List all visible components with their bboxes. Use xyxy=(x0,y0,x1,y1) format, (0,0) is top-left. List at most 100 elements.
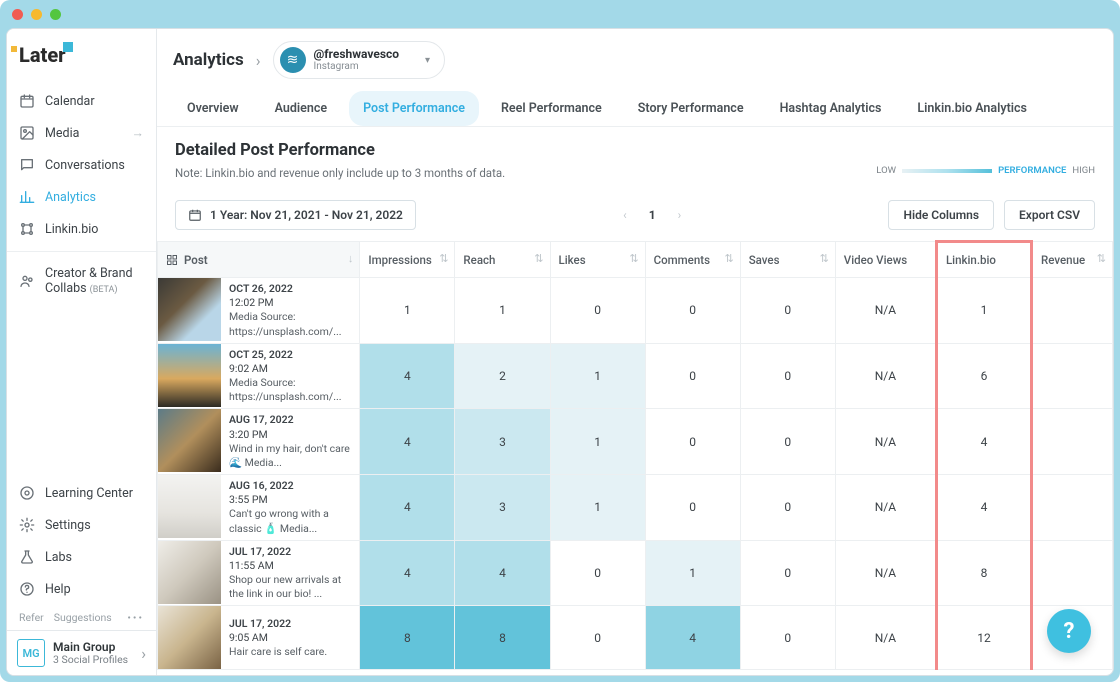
browser-frame: LLaterater CalendarMedia→ Conversations An… xyxy=(0,0,1120,682)
legend-high: HIGH xyxy=(1072,165,1095,176)
metric-cell: 2 xyxy=(455,343,550,409)
metric-cell: 4 xyxy=(936,475,1031,541)
post-date: JUL 17, 2022 xyxy=(229,545,353,559)
sort-icon[interactable]: ⇅ xyxy=(629,252,638,265)
col-header-revenue[interactable]: Revenue⇅ xyxy=(1032,242,1113,278)
sort-icon[interactable]: ↓ xyxy=(348,252,354,265)
sidebar-item-label: Settings xyxy=(45,518,91,533)
page-prev-button[interactable]: ‹ xyxy=(623,208,627,222)
tab-post-performance[interactable]: Post Performance xyxy=(349,91,479,126)
account-avatar-icon: ≋ xyxy=(280,47,306,73)
post-caption: Shop our new arrivals at the link in our… xyxy=(229,573,353,601)
sidebar-item-calendar[interactable]: Calendar xyxy=(7,85,156,117)
traffic-light-close[interactable] xyxy=(12,9,23,20)
table-row[interactable]: AUG 16, 20223:55 PMCan't go wrong with a… xyxy=(158,475,1113,541)
chevron-right-icon: › xyxy=(256,51,261,70)
sidebar-item-label: Learning Center xyxy=(45,486,133,501)
metric-cell: N/A xyxy=(835,278,936,344)
page-number: 1 xyxy=(649,208,656,222)
sidebar-item-analytics[interactable]: Analytics xyxy=(7,181,156,213)
sort-icon[interactable]: ⇅ xyxy=(724,252,733,265)
metric-cell: 0 xyxy=(645,475,740,541)
suggestions-link[interactable]: Suggestions xyxy=(54,611,112,624)
traffic-light-min[interactable] xyxy=(31,9,42,20)
sidebar-item-settings[interactable]: Settings xyxy=(7,509,156,541)
sidebar-item-creator-brand-collabs[interactable]: Creator & Brand Collabs(BETA) xyxy=(7,258,156,304)
sidebar-item-label: Labs xyxy=(45,550,72,565)
profile-subtitle: 3 Social Profiles xyxy=(53,654,128,667)
export-csv-button[interactable]: Export CSV xyxy=(1004,200,1095,230)
table-controls: 1 Year: Nov 21, 2021 - Nov 21, 2022 ‹ 1 … xyxy=(157,184,1113,240)
sidebar-refer-row: Refer Suggestions ••• xyxy=(7,605,156,630)
window-titlebar xyxy=(0,0,1120,28)
sidebar-item-learning-center[interactable]: Learning Center xyxy=(7,477,156,509)
page-next-button[interactable]: › xyxy=(678,208,682,222)
topbar: Analytics › ≋ @freshwavesco Instagram ▾ xyxy=(157,29,1113,85)
sort-icon[interactable]: ⇅ xyxy=(820,252,829,265)
table-row[interactable]: JUL 17, 202211:55 AMShop our new arrival… xyxy=(158,540,1113,606)
sidebar-item-labs[interactable]: Labs xyxy=(7,541,156,573)
col-header-likes[interactable]: Likes⇅ xyxy=(550,242,645,278)
post-date: OCT 25, 2022 xyxy=(229,348,353,362)
refer-link[interactable]: Refer xyxy=(19,611,44,624)
table-row[interactable]: OCT 25, 20229:02 AMMedia Source: https:/… xyxy=(158,343,1113,409)
table-row[interactable]: AUG 17, 20223:20 PMWind in my hair, don'… xyxy=(158,409,1113,475)
account-platform: Instagram xyxy=(314,61,400,72)
section-note: Note: Linkin.bio and revenue only includ… xyxy=(175,166,856,180)
metric-cell: 3 xyxy=(455,475,550,541)
sidebar-item-linkin-bio[interactable]: Linkin.bio xyxy=(7,213,156,245)
metric-cell: 0 xyxy=(740,343,835,409)
col-header-reach[interactable]: Reach⇅ xyxy=(455,242,550,278)
sidebar-nav-collab: Creator & Brand Collabs(BETA) xyxy=(7,258,156,304)
table-header-row: Post↓Impressions⇅Reach⇅Likes⇅Comments⇅Sa… xyxy=(158,242,1113,278)
metric-cell: 8 xyxy=(936,540,1031,606)
metric-cell: 0 xyxy=(740,409,835,475)
sidebar-item-label: Conversations xyxy=(45,158,125,173)
sidebar-item-conversations[interactable]: Conversations xyxy=(7,149,156,181)
sort-icon[interactable]: ⇅ xyxy=(534,252,543,265)
col-header-saves[interactable]: Saves⇅ xyxy=(740,242,835,278)
hide-columns-button[interactable]: Hide Columns xyxy=(888,200,994,230)
col-header-video-views[interactable]: Video Views xyxy=(835,242,936,278)
metric-cell: 0 xyxy=(740,540,835,606)
post-time: 3:20 PM xyxy=(229,428,353,442)
table-row[interactable]: OCT 26, 202212:02 PMMedia Source: https:… xyxy=(158,278,1113,344)
help-fab[interactable]: ? xyxy=(1047,609,1091,653)
tab-audience[interactable]: Audience xyxy=(261,91,342,126)
tab-hashtag-analytics[interactable]: Hashtag Analytics xyxy=(766,91,896,126)
app-logo[interactable]: LLaterater xyxy=(7,29,156,85)
metric-cell: 4 xyxy=(455,540,550,606)
metric-cell: 4 xyxy=(360,475,455,541)
tab-linkin-bio-analytics[interactable]: Linkin.bio Analytics xyxy=(903,91,1041,126)
more-icon[interactable]: ••• xyxy=(127,611,144,624)
tab-overview[interactable]: Overview xyxy=(173,91,253,126)
sort-icon[interactable]: ⇅ xyxy=(1097,252,1106,265)
traffic-light-max[interactable] xyxy=(50,9,61,20)
account-selector[interactable]: ≋ @freshwavesco Instagram ▾ xyxy=(273,41,446,79)
analytics-tabs: OverviewAudiencePost PerformanceReel Per… xyxy=(157,85,1113,127)
tab-story-performance[interactable]: Story Performance xyxy=(624,91,758,126)
profile-switcher[interactable]: MG Main Group 3 Social Profiles › xyxy=(7,630,156,675)
sort-icon[interactable]: ⇅ xyxy=(439,252,448,265)
app-shell: LLaterater CalendarMedia→ Conversations An… xyxy=(6,28,1114,676)
metric-cell: N/A xyxy=(835,540,936,606)
date-range-button[interactable]: 1 Year: Nov 21, 2021 - Nov 21, 2022 xyxy=(175,200,416,230)
col-header-linkin-bio[interactable]: Linkin.bio xyxy=(936,242,1031,278)
col-header-impressions[interactable]: Impressions⇅ xyxy=(360,242,455,278)
table-row[interactable]: JUL 17, 20229:05 AMHair care is self car… xyxy=(158,606,1113,670)
metric-cell: 0 xyxy=(550,540,645,606)
col-header-comments[interactable]: Comments⇅ xyxy=(645,242,740,278)
metric-cell xyxy=(1032,475,1113,541)
sidebar-item-media[interactable]: Media→ xyxy=(7,117,156,149)
tab-reel-performance[interactable]: Reel Performance xyxy=(487,91,616,126)
metric-cell: 4 xyxy=(360,540,455,606)
post-thumbnail xyxy=(158,344,221,407)
col-header-post[interactable]: Post↓ xyxy=(158,242,360,278)
sidebar-item-help[interactable]: Help xyxy=(7,573,156,605)
metric-cell: 0 xyxy=(645,278,740,344)
metric-cell: 4 xyxy=(360,343,455,409)
table-scroll[interactable]: Post↓Impressions⇅Reach⇅Likes⇅Comments⇅Sa… xyxy=(157,240,1113,675)
post-date: JUL 17, 2022 xyxy=(229,617,327,631)
metric-cell: 1 xyxy=(455,278,550,344)
post-date: AUG 17, 2022 xyxy=(229,413,353,427)
